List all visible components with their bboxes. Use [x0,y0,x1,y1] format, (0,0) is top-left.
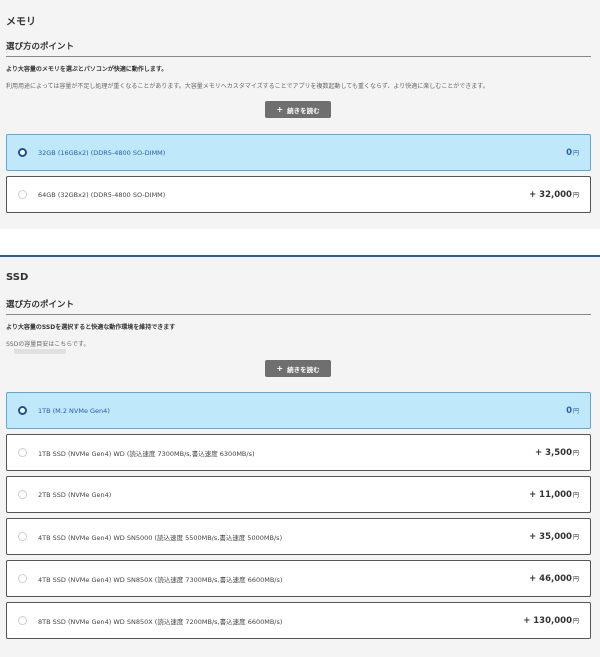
radio-icon[interactable] [18,190,27,199]
radio-icon[interactable] [18,448,27,457]
plus-icon: + [276,105,284,114]
option-price: + 32,000円 [529,189,579,200]
option-price: 0円 [566,147,579,158]
option-price: 0円 [566,405,579,416]
memory-lead: より大容量のメモリを選ぶとパソコンが快適に動作します。 [6,66,168,73]
radio-icon[interactable] [18,574,27,583]
option-label: 4TB SSD (NVMe Gen4) WD SN850X (読込速度 7300… [38,575,283,584]
collapsed-content-placeholder [14,349,66,354]
ssd-option-2tb[interactable]: 2TB SSD (NVMe Gen4) + 11,000円 [6,476,591,513]
ssd-lead: より大容量のSSDを選択すると快適な動作環境を維持できます [6,324,176,331]
radio-icon[interactable] [18,490,27,499]
memory-point-heading: 選び方のポイント [6,40,591,57]
option-label: 32GB (16GBx2) (DDR5-4800 SO-DIMM) [38,148,166,157]
read-more-label: 続きを読む [287,106,320,115]
option-label: 1TB SSD (NVMe Gen4) WD (読込速度 7300MB/s,書込… [38,449,255,458]
option-price: + 35,000円 [529,531,579,542]
memory-section: メモリ 選び方のポイント より大容量のメモリを選ぶとパソコンが快適に動作します。… [0,0,600,229]
memory-option-64gb[interactable]: 64GB (32GBx2) (DDR5-4800 SO-DIMM) + 32,0… [6,176,591,213]
option-label: 2TB SSD (NVMe Gen4) [38,490,112,499]
radio-icon[interactable] [18,532,27,541]
ssd-option-1tb-wd[interactable]: 1TB SSD (NVMe Gen4) WD (読込速度 7300MB/s,書込… [6,434,591,471]
memory-read-more-button[interactable]: + 続きを読む [265,101,331,118]
ssd-option-4tb-sn5000[interactable]: 4TB SSD (NVMe Gen4) WD SN5000 (読込速度 5500… [6,518,591,555]
ssd-read-more-button[interactable]: + 続きを読む [265,360,331,377]
radio-icon[interactable] [18,616,27,625]
radio-selected-icon[interactable] [18,148,27,157]
option-label: 64GB (32GBx2) (DDR5-4800 SO-DIMM) [38,190,166,199]
option-price: + 11,000円 [529,489,579,500]
ssd-description-collapsed: SSDの容量目安はこちらです。 [6,340,591,354]
read-more-label: 続きを読む [287,365,320,374]
option-price: + 3,500円 [535,447,579,458]
option-label: 1TB (M.2 NVMe Gen4) [38,406,110,415]
option-label: 4TB SSD (NVMe Gen4) WD SN5000 (読込速度 5500… [38,533,283,542]
ssd-option-4tb-sn850x[interactable]: 4TB SSD (NVMe Gen4) WD SN850X (読込速度 7300… [6,560,591,597]
plus-icon: + [276,364,284,373]
ssd-option-1tb[interactable]: 1TB (M.2 NVMe Gen4) 0円 [6,392,591,429]
option-price: + 46,000円 [529,573,579,584]
ssd-section: SSD 選び方のポイント より大容量のSSDを選択すると快適な動作環境を維持でき… [0,255,600,657]
option-label: 8TB SSD (NVMe Gen4) WD SN850X (読込速度 7200… [38,617,283,626]
memory-title: メモリ [6,17,36,28]
memory-description: 利用用途によっては容量が不足し処理が重くなることがあります。大容量メモリへカスタ… [6,83,489,90]
ssd-point-heading: 選び方のポイント [6,298,591,315]
radio-selected-icon[interactable] [18,406,27,415]
ssd-option-8tb-sn850x[interactable]: 8TB SSD (NVMe Gen4) WD SN850X (読込速度 7200… [6,602,591,639]
ssd-description: SSDの容量目安はこちらです。 [6,341,90,348]
ssd-title: SSD [6,272,29,283]
memory-option-32gb[interactable]: 32GB (16GBx2) (DDR5-4800 SO-DIMM) 0円 [6,134,591,171]
option-price: + 130,000円 [523,615,579,626]
